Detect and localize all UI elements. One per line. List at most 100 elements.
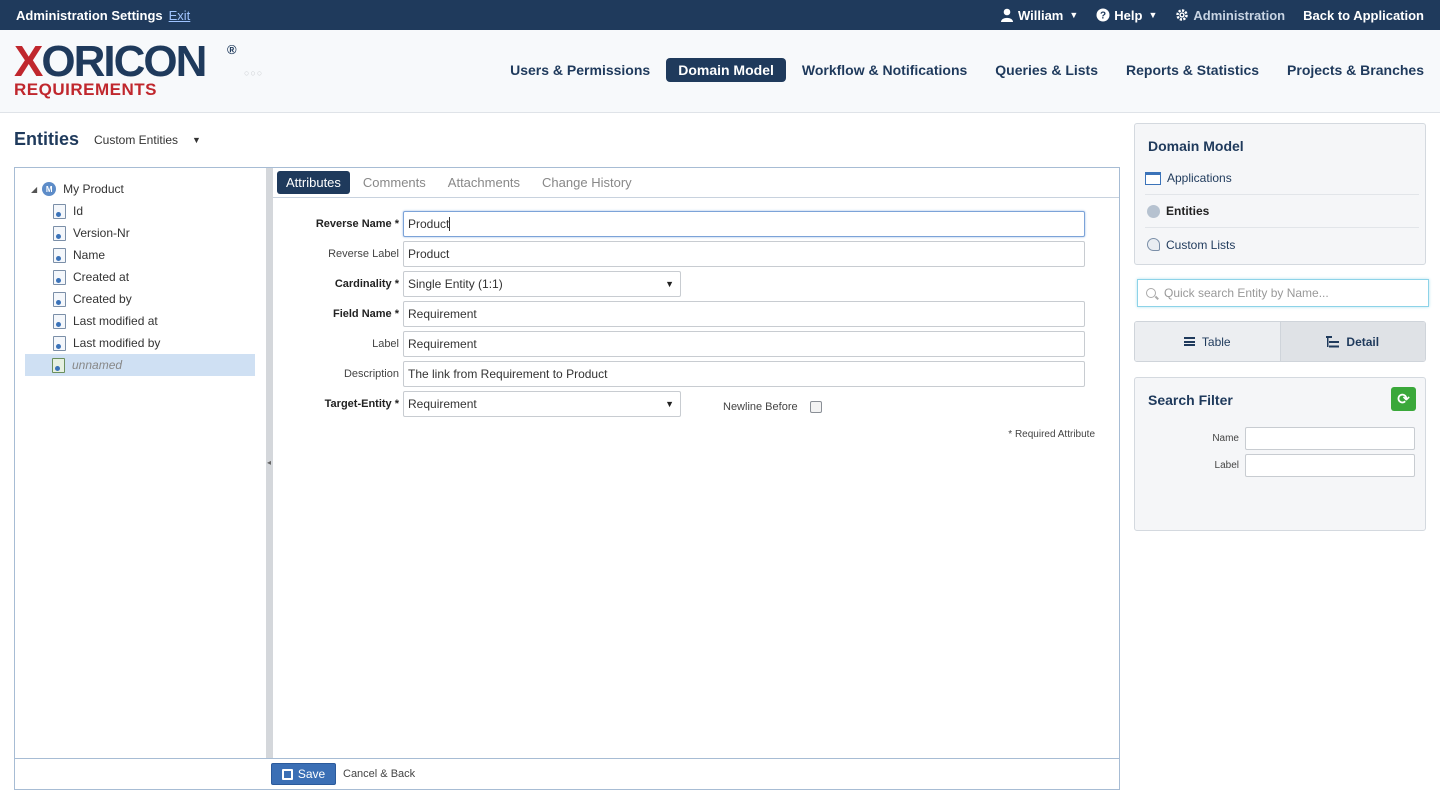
- app-header: XORICON ® REQUIREMENTS ○○○ Users & Permi…: [0, 30, 1440, 113]
- table-view-button[interactable]: Table: [1135, 322, 1280, 361]
- description-label: Description: [343, 368, 399, 380]
- entity-type-value: Custom Entities: [94, 133, 179, 147]
- filter-label-input[interactable]: [1245, 454, 1415, 477]
- label-label: Label: [372, 338, 399, 350]
- tab-attributes[interactable]: Attributes: [277, 171, 350, 194]
- nav-reports-statistics[interactable]: Reports & Statistics: [1126, 58, 1259, 82]
- tree-item[interactable]: Id: [53, 200, 83, 222]
- top-bar-right: William ▼ ? Help ▼ Administration Back t…: [1000, 8, 1424, 23]
- quick-search-placeholder: Quick search Entity by Name...: [1164, 286, 1329, 300]
- tree-item[interactable]: Version-Nr: [53, 222, 130, 244]
- nav-domain-model[interactable]: Domain Model: [666, 58, 786, 82]
- entity-icon: [1147, 204, 1160, 218]
- editor-footer: Save Cancel & Back: [15, 758, 1119, 789]
- search-icon: [1146, 288, 1156, 298]
- tree-item-selected[interactable]: unnamed: [25, 354, 255, 376]
- reverse-name-label: Reverse Name *: [315, 218, 399, 230]
- splitter-handle-icon: ◂: [267, 458, 272, 467]
- description-input[interactable]: The link from Requirement to Product: [403, 361, 1085, 387]
- text-cursor: [449, 217, 451, 231]
- refresh-icon: ⟳: [1397, 391, 1410, 408]
- panel-splitter[interactable]: ◂: [266, 168, 273, 758]
- newline-before-checkbox[interactable]: [810, 401, 822, 413]
- tree-detail-icon: [1326, 335, 1340, 347]
- xoricon-logo: XORICON ® REQUIREMENTS ○○○: [14, 37, 262, 99]
- top-bar: Administration Settings Exit William ▼ ?…: [0, 0, 1440, 30]
- page-title: Entities: [14, 129, 80, 149]
- attribute-icon: [53, 313, 66, 329]
- chevron-down-icon: ▼: [1148, 10, 1158, 20]
- attribute-icon: [53, 291, 66, 307]
- attribute-icon: [53, 203, 66, 219]
- attribute-editor: Attributes Comments Attachments Change H…: [273, 168, 1119, 758]
- admin-link[interactable]: Administration: [1175, 8, 1285, 23]
- user-name: William: [1017, 7, 1064, 23]
- chevron-down-icon: ▼: [665, 279, 674, 289]
- reverse-label-input[interactable]: Product: [403, 241, 1085, 267]
- admin-settings-title: Administration Settings: [16, 7, 163, 23]
- tree-item[interactable]: Created at: [53, 266, 129, 288]
- search-filter-title: Search Filter: [1148, 392, 1233, 408]
- logo-wordmark: XORICON: [14, 37, 207, 86]
- refresh-button[interactable]: ⟳: [1391, 387, 1416, 411]
- attribute-icon: [53, 225, 66, 241]
- attribute-icon: [53, 335, 66, 351]
- list-icon: [1183, 337, 1195, 346]
- entity-tree: ◢ M My Product Id Version-Nr Name Create…: [15, 168, 266, 758]
- reverse-name-input[interactable]: Product: [403, 211, 1085, 237]
- editor-tabs: Attributes Comments Attachments Change H…: [273, 168, 1119, 198]
- entity-editor-panel: ◢ M My Product Id Version-Nr Name Create…: [14, 167, 1120, 790]
- nav-workflow-notifications[interactable]: Workflow & Notifications: [802, 58, 967, 82]
- domain-model-item-entities[interactable]: Entities: [1145, 195, 1419, 228]
- chevron-down-icon: ▼: [665, 399, 674, 409]
- tree-root-my-product[interactable]: ◢ M My Product: [31, 178, 124, 200]
- user-menu[interactable]: William ▼: [1000, 8, 1078, 23]
- exit-link[interactable]: Exit: [169, 8, 191, 23]
- detail-view-button[interactable]: Detail: [1279, 322, 1425, 361]
- svg-text:?: ?: [1100, 11, 1106, 22]
- cancel-back-link[interactable]: Cancel & Back: [343, 768, 415, 780]
- filter-name-label: Name: [1212, 433, 1239, 444]
- nav-users-permissions[interactable]: Users & Permissions: [510, 58, 650, 82]
- filter-label-label: Label: [1214, 460, 1239, 471]
- save-button[interactable]: Save: [271, 763, 336, 785]
- label-input[interactable]: Requirement: [403, 331, 1085, 357]
- tree-item[interactable]: Last modified at: [53, 310, 158, 332]
- target-entity-select[interactable]: Requirement ▼: [403, 391, 681, 417]
- target-entity-label: Target-Entity *: [324, 398, 399, 410]
- registered-mark: ®: [227, 42, 237, 57]
- tree-root-label: My Product: [63, 182, 124, 196]
- admin-label: Administration: [1193, 7, 1286, 23]
- tree-item[interactable]: Created by: [53, 288, 132, 310]
- gear-icon: [1176, 9, 1189, 21]
- entity-type-select[interactable]: Custom Entities ▼: [94, 133, 201, 147]
- tree-expand-icon[interactable]: ◢: [31, 185, 37, 194]
- nav-queries-lists[interactable]: Queries & Lists: [995, 58, 1098, 82]
- field-name-label: Field Name *: [332, 308, 399, 320]
- domain-model-item-applications[interactable]: Applications: [1145, 162, 1419, 195]
- filter-name-input[interactable]: [1245, 427, 1415, 450]
- tree-item[interactable]: Last modified by: [53, 332, 160, 354]
- tab-comments[interactable]: Comments: [354, 171, 435, 194]
- save-icon: [281, 768, 293, 780]
- custom-list-icon: [1147, 238, 1160, 251]
- help-icon: ?: [1096, 8, 1110, 22]
- field-name-input[interactable]: Requirement: [403, 301, 1085, 327]
- main-nav: Users & Permissions Domain Model Workflo…: [510, 58, 1424, 82]
- domain-model-panel: Domain Model Applications Entities Custo…: [1134, 123, 1426, 265]
- cardinality-select[interactable]: Single Entity (1:1) ▼: [403, 271, 681, 297]
- quick-search-input[interactable]: Quick search Entity by Name...: [1137, 279, 1429, 307]
- help-menu[interactable]: ? Help ▼: [1096, 8, 1157, 23]
- domain-model-item-custom-lists[interactable]: Custom Lists: [1145, 228, 1419, 261]
- back-to-application-link[interactable]: Back to Application: [1303, 8, 1424, 23]
- domain-model-title: Domain Model: [1148, 138, 1244, 154]
- model-icon: M: [42, 182, 57, 196]
- tree-item[interactable]: Name: [53, 244, 105, 266]
- link-attribute-icon: [52, 357, 65, 373]
- attribute-icon: [53, 269, 66, 285]
- chevron-down-icon: ▼: [1069, 10, 1079, 20]
- cardinality-label: Cardinality *: [334, 278, 399, 290]
- tab-change-history[interactable]: Change History: [533, 171, 641, 194]
- nav-projects-branches[interactable]: Projects & Branches: [1287, 58, 1424, 82]
- tab-attachments[interactable]: Attachments: [439, 171, 529, 194]
